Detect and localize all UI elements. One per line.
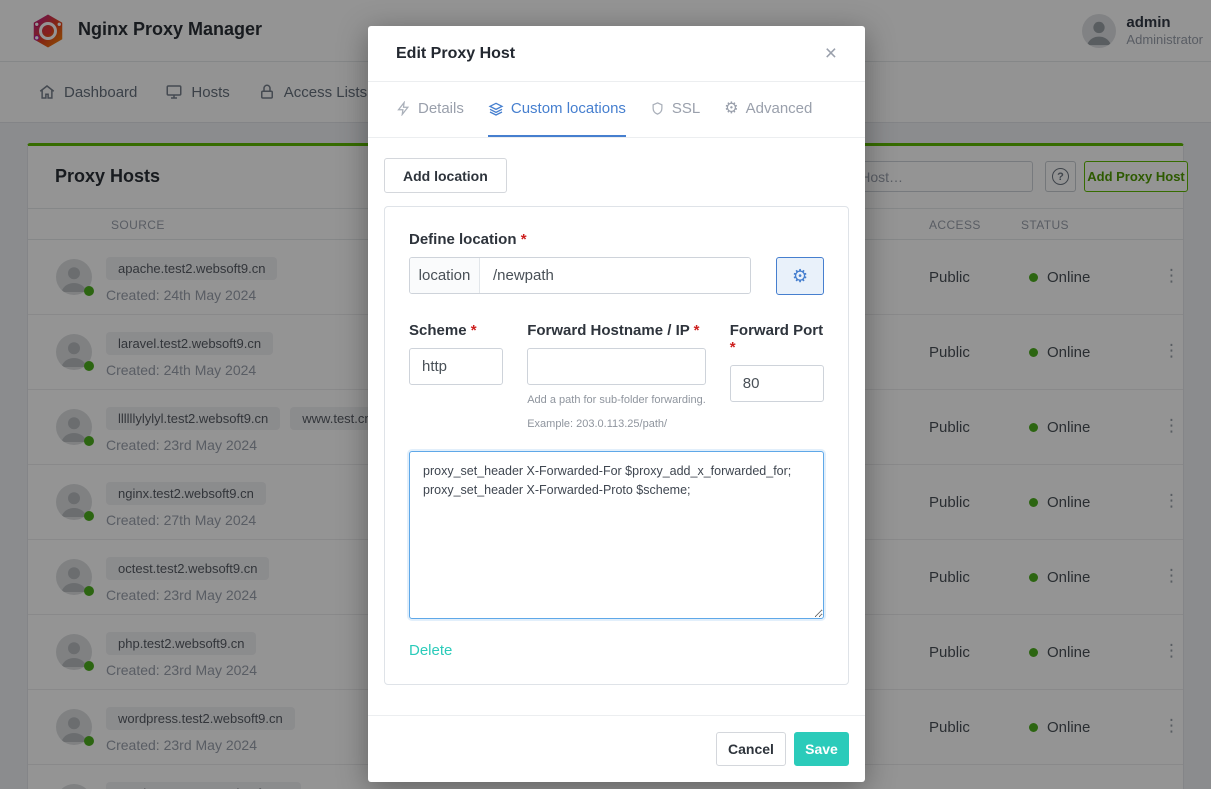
forward-hint-line1: Add a path for sub-folder forwarding. [527, 394, 706, 406]
modal-header: Edit Proxy Host × [368, 26, 865, 82]
tab-label: Advanced [746, 100, 813, 117]
cancel-button[interactable]: Cancel [716, 732, 786, 766]
forward-port-input[interactable] [730, 365, 824, 402]
required-asterisk: * [730, 339, 736, 356]
forward-hint-line2: Example: 203.0.113.25/path/ [527, 418, 706, 430]
tab-details[interactable]: Details [396, 82, 464, 137]
required-asterisk: * [694, 322, 700, 339]
location-path-group: location [409, 257, 751, 294]
zap-icon [396, 101, 411, 116]
delete-location-link[interactable]: Delete [409, 642, 452, 659]
location-prefix-label: location [410, 258, 480, 293]
forward-hostname-field: Forward Hostname / IP * Add a path for s… [527, 322, 706, 430]
modal-title: Edit Proxy Host [396, 45, 825, 63]
required-asterisk: * [521, 231, 527, 248]
modal-body: Add location Define location * location … [368, 138, 865, 685]
add-location-button[interactable]: Add location [384, 158, 507, 193]
scheme-field: Scheme * [409, 322, 503, 430]
location-panel: Define location * location ⚙ Scheme * [384, 206, 849, 685]
forward-port-label: Forward Port * [730, 322, 824, 356]
gear-icon: ⚙ [792, 266, 808, 287]
define-location-label: Define location * [409, 231, 824, 248]
tab-label: Custom locations [511, 100, 626, 117]
layers-icon [488, 101, 504, 117]
location-advanced-config-textarea[interactable]: proxy_set_header X-Forwarded-For $proxy_… [409, 451, 824, 619]
close-icon[interactable]: × [825, 43, 837, 64]
gear-icon: ⚙ [724, 101, 738, 117]
forward-port-field: Forward Port * [730, 322, 824, 430]
forward-fields-row: Scheme * Forward Hostname / IP * Add a p… [409, 322, 824, 430]
edit-proxy-host-modal: Edit Proxy Host × Details Custom locatio… [368, 26, 865, 782]
location-settings-button[interactable]: ⚙ [776, 257, 824, 295]
tab-custom-locations[interactable]: Custom locations [488, 82, 626, 137]
required-asterisk: * [471, 322, 477, 339]
modal-footer: Cancel Save [368, 715, 865, 782]
forward-hostname-label: Forward Hostname / IP * [527, 322, 706, 339]
tab-ssl[interactable]: SSL [650, 82, 700, 137]
scheme-label: Scheme * [409, 322, 503, 339]
tab-advanced[interactable]: ⚙ Advanced [724, 82, 812, 137]
shield-icon [650, 101, 665, 116]
location-path-input[interactable] [480, 258, 750, 293]
modal-tabs: Details Custom locations SSL ⚙ Advanced [368, 82, 865, 138]
tab-label: Details [418, 100, 464, 117]
scheme-input[interactable] [409, 348, 503, 385]
forward-hostname-input[interactable] [527, 348, 706, 385]
tab-label: SSL [672, 100, 700, 117]
save-button[interactable]: Save [794, 732, 849, 766]
